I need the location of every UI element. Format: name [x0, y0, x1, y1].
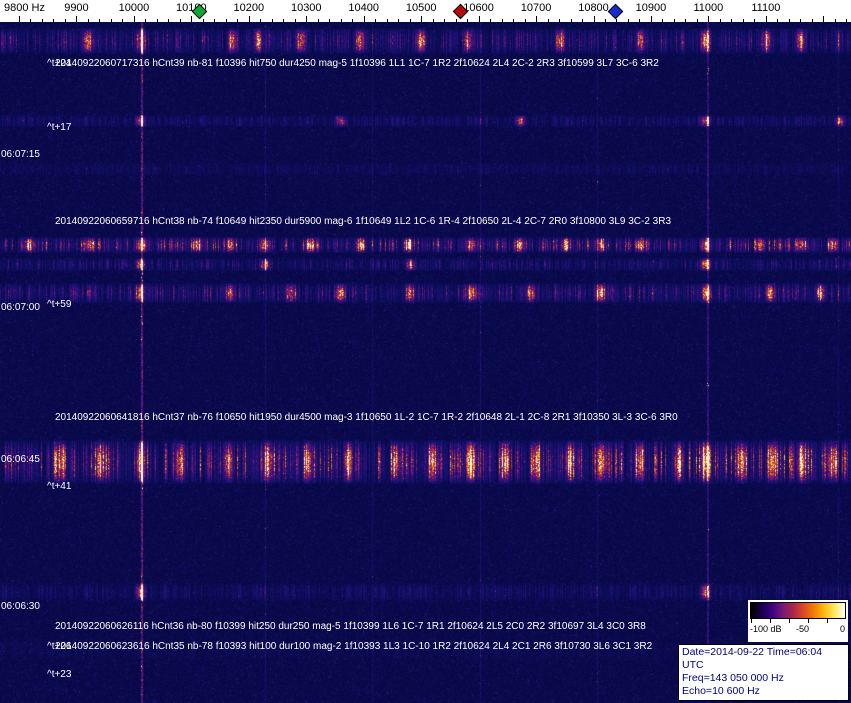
station-info-box: Date=2014-09-22 Time=06:04 UTC Freq=143 …	[678, 644, 849, 703]
echo-log-line: 20140922060641816 hCnt37 nb-76 f10650 hi…	[55, 412, 678, 423]
freq-tick-label: 10100	[176, 2, 207, 14]
db-gradient-bar	[750, 602, 846, 619]
frequency-ruler[interactable]: 9800 Hz 9900 10000 10100 10200 10300 10400 1050…	[0, 0, 851, 22]
echo-time-marker: ^t+41	[47, 481, 72, 492]
legend-label-min: -100 dB	[750, 624, 782, 634]
color-scale-legend: -100 dB -50 0	[748, 600, 848, 642]
freq-tick-label: 11100	[751, 2, 781, 14]
echo-time-marker: ^t+59	[47, 299, 72, 310]
freq-tick-label: 10400	[348, 2, 379, 14]
freq-tick-label: 10800	[578, 2, 609, 14]
echo-log-line: 20140922060659716 hCnt38 nb-74 f10649 hi…	[55, 216, 672, 227]
freq-tick-label: 10300	[290, 2, 322, 14]
time-axis-label: 06:06:30	[1, 601, 40, 612]
freq-tick-label: 10500	[405, 2, 437, 14]
echo-log-line: 20140922060623616 hCnt35 nb-78 f10393 hi…	[55, 641, 653, 652]
legend-label-mid: -50	[796, 624, 810, 634]
info-line-date: Date=2014-09-22 Time=06:04 UTC	[682, 646, 823, 671]
time-axis-label: 06:07:00	[1, 302, 40, 313]
freq-tick-label: 10200	[233, 2, 265, 14]
freq-tick-label: 10000	[118, 2, 150, 14]
echo-log-line: 20140922060717316 hCnt39 nb-81 f10396 hi…	[55, 58, 659, 69]
echo-time-marker: ^t+23	[47, 669, 72, 680]
time-axis-label: 06:07:15	[1, 149, 40, 160]
legend-label-max: 0	[839, 624, 845, 634]
meteor-echo-monitor-window: 9800 Hz 9900 10000 10100 10200 10300 10400 1050…	[0, 0, 851, 703]
spectrogram-canvas[interactable]	[0, 22, 851, 703]
info-line-station: HPHK	[682, 698, 845, 703]
freq-tick-label: 10900	[635, 2, 667, 14]
freq-tick-label: 10700	[520, 2, 552, 14]
echo-log-line: 20140922060626116 hCnt36 nb-80 f10399 hi…	[55, 621, 646, 632]
freq-tick-label: 9900	[64, 2, 89, 14]
time-axis-label: 06:06:45	[1, 454, 40, 465]
info-line-echo: Echo=10 600 Hz	[682, 685, 760, 697]
echo-time-marker: ^t+17	[47, 122, 72, 133]
info-line-freq: Freq=143 050 000 Hz	[682, 672, 784, 684]
freq-tick-label: 11000	[693, 2, 724, 14]
freq-tick-label: 9800 Hz	[4, 2, 45, 14]
freq-tick-label: 10600	[463, 2, 494, 14]
